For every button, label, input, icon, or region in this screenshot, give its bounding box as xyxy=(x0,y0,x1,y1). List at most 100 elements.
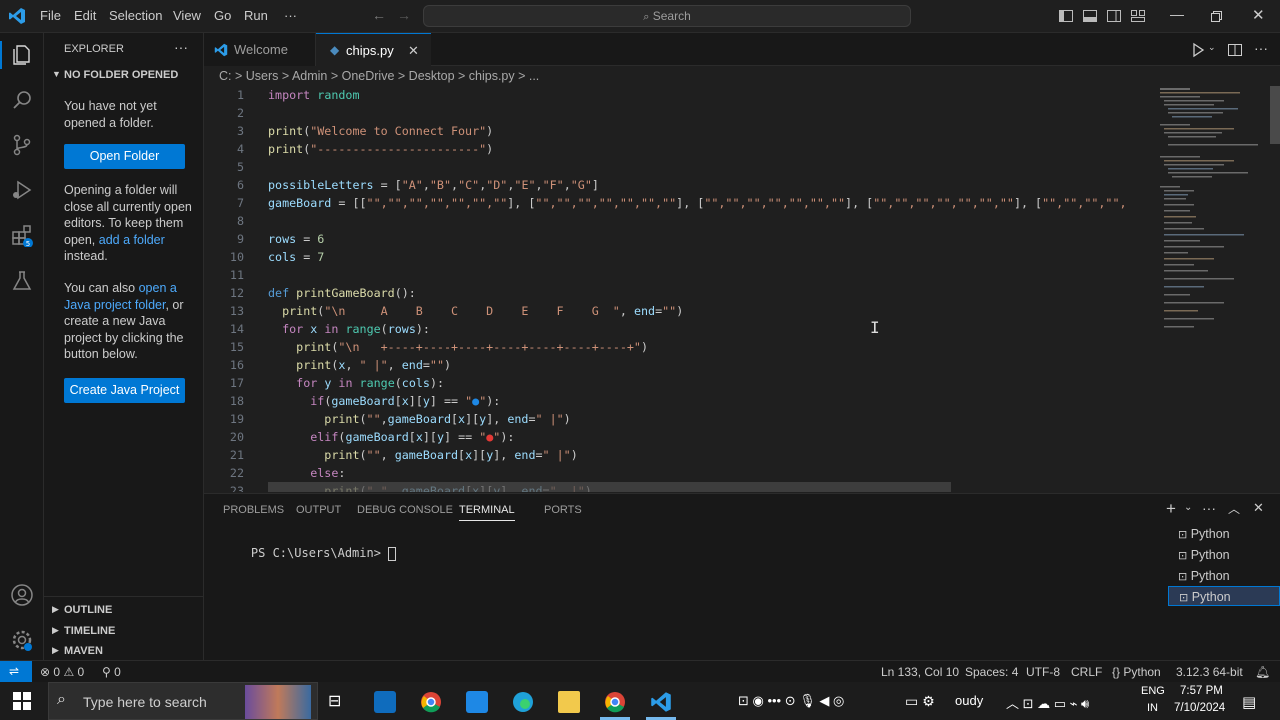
taskbar-search[interactable]: ⌕ Type here to search xyxy=(48,682,318,720)
new-terminal-icon[interactable]: + xyxy=(1166,499,1176,519)
line-number: 1 xyxy=(236,88,244,102)
system-tray-icons[interactable]: ︿ ⊡ ☁ ▭ ⌁ 🔊︎ xyxy=(1006,693,1089,712)
menu-go[interactable]: Go xyxy=(214,8,231,23)
menu-more[interactable]: ··· xyxy=(284,8,297,23)
tab-terminal[interactable]: TERMINAL xyxy=(459,504,515,521)
mail-icon[interactable] xyxy=(466,691,488,713)
notification-center-icon[interactable]: ▤ xyxy=(1242,693,1256,711)
python-interpreter[interactable]: 3.12.3 64-bit xyxy=(1176,665,1243,679)
toggle-secondary-sidebar-icon[interactable] xyxy=(1106,8,1122,24)
manage-gear-icon[interactable] xyxy=(10,628,34,652)
menu-edit[interactable]: Edit xyxy=(74,8,96,23)
source-control-icon[interactable] xyxy=(10,133,34,157)
toggle-panel-icon[interactable] xyxy=(1082,8,1098,24)
run-dropdown-icon[interactable]: ⌄ xyxy=(1208,42,1216,53)
chrome-icon[interactable] xyxy=(420,691,442,713)
remote-indicator[interactable]: ⇌ xyxy=(0,661,32,683)
line-number: 4 xyxy=(236,142,244,156)
tab-ports[interactable]: PORTS xyxy=(544,504,582,516)
line-number: 18 xyxy=(229,394,244,408)
panel-more-icon[interactable]: ··· xyxy=(1202,500,1216,516)
menu-view[interactable]: View xyxy=(173,8,201,23)
vscode-taskbar-icon[interactable] xyxy=(650,691,672,713)
command-center-search[interactable]: ⌕ Search xyxy=(423,5,911,27)
close-tab-icon[interactable]: ✕ xyxy=(408,34,419,67)
toggle-primary-sidebar-icon[interactable] xyxy=(1058,8,1074,24)
menu-selection[interactable]: Selection xyxy=(109,8,162,23)
minimize-icon[interactable]: — xyxy=(1170,6,1184,22)
terminal-prompt[interactable]: PS C:\Users\Admin> xyxy=(222,532,397,575)
forward-arrow-icon[interactable]: → xyxy=(397,7,411,23)
outline-section[interactable]: OUTLINE xyxy=(64,604,112,616)
run-python-file-icon[interactable] xyxy=(1190,42,1206,58)
search-icon[interactable] xyxy=(10,88,34,112)
recording-toolbar-icons[interactable]: ⊡ ◉ ••• ⊙ 🎙︎ ◀ ◎ xyxy=(738,693,844,709)
restore-icon[interactable] xyxy=(1208,8,1224,24)
language-indicator[interactable]: ENG xyxy=(1141,685,1165,697)
more-actions-icon[interactable]: ··· xyxy=(174,39,188,55)
terminal-item-active[interactable]: ⊡ Python xyxy=(1168,586,1280,606)
extensions-icon[interactable]: 5 xyxy=(10,223,34,247)
problems-status[interactable]: ⊗ 0 ⚠ 0 xyxy=(40,665,84,679)
no-folder-section[interactable]: NO FOLDER OPENED xyxy=(64,69,178,81)
clock-date: 7/10/2024 xyxy=(1174,702,1226,714)
end-of-line[interactable]: CRLF xyxy=(1071,665,1102,679)
terminal-item[interactable]: ⊡ Python xyxy=(1168,566,1280,586)
code-editor[interactable]: 1 import random 2 3 print("Welcome to Conn… xyxy=(204,86,1154,492)
minimap[interactable] xyxy=(1154,86,1266,492)
timeline-section[interactable]: TIMELINE xyxy=(64,625,115,637)
encoding[interactable]: UTF-8 xyxy=(1026,665,1060,679)
file-explorer-icon[interactable] xyxy=(558,691,580,713)
chevron-down-icon[interactable]: ▼ xyxy=(52,69,61,79)
tab-problems[interactable]: PROBLEMS xyxy=(223,504,284,516)
accounts-icon[interactable] xyxy=(10,583,34,607)
terminal-item[interactable]: ⊡ Python xyxy=(1168,545,1280,565)
terminal-dropdown-icon[interactable]: ⌄ xyxy=(1184,502,1192,513)
explorer-files-icon[interactable] xyxy=(10,43,34,67)
tab-debug-console[interactable]: DEBUG CONSOLE xyxy=(357,504,453,516)
ports-status[interactable]: ⚲ 0 xyxy=(102,665,121,679)
tray-icons[interactable]: ▭ ⚙ xyxy=(905,693,935,710)
vertical-scrollbar[interactable] xyxy=(1268,86,1280,492)
split-editor-icon[interactable] xyxy=(1227,42,1243,58)
breadcrumb[interactable]: C: > Users > Admin > OneDrive > Desktop … xyxy=(204,66,1154,86)
menu-run[interactable]: Run xyxy=(244,8,268,23)
code-line: gameBoard = [["","","","","","",""], [""… xyxy=(268,196,1127,210)
scroll-thumb[interactable] xyxy=(1270,86,1280,144)
line-number: 10 xyxy=(229,250,244,264)
cursor-position[interactable]: Ln 133, Col 10 xyxy=(881,665,959,679)
tab-output[interactable]: OUTPUT xyxy=(296,504,341,516)
close-window-icon[interactable]: ✕ xyxy=(1252,6,1265,24)
terminal-icon: ⊡ xyxy=(1178,550,1188,562)
maximize-panel-icon[interactable]: ︿ xyxy=(1228,500,1240,517)
create-java-project-button[interactable]: Create Java Project xyxy=(64,378,185,403)
indentation[interactable]: Spaces: 4 xyxy=(965,665,1018,679)
task-view-icon[interactable]: ⊟ xyxy=(328,691,350,713)
microsoft-store-icon[interactable] xyxy=(374,691,396,713)
tab-chips-py[interactable]: ◆ chips.py ✕ xyxy=(316,33,431,66)
terminal-item[interactable]: ⊡ Python xyxy=(1168,524,1280,544)
back-arrow-icon[interactable]: ← xyxy=(372,7,386,23)
terminal-cursor xyxy=(388,546,397,561)
open-folder-button[interactable]: Open Folder xyxy=(64,144,185,169)
add-folder-link[interactable]: add a folder xyxy=(99,233,165,247)
clock-time[interactable]: 7:57 PM xyxy=(1180,685,1223,697)
terminal-label: Python xyxy=(1190,548,1230,562)
language-mode[interactable]: {} Python xyxy=(1112,665,1161,679)
maven-section[interactable]: MAVEN xyxy=(64,645,103,657)
menu-file[interactable]: File xyxy=(40,8,61,23)
weather-text[interactable]: oudy xyxy=(955,693,983,708)
notifications-bell-icon[interactable]: 🔔︎ xyxy=(1255,665,1270,679)
customize-layout-icon[interactable] xyxy=(1130,8,1146,24)
testing-flask-icon[interactable] xyxy=(10,269,34,293)
windows-start-icon[interactable] xyxy=(13,692,31,710)
run-and-debug-icon[interactable] xyxy=(10,178,34,202)
ports-count: 0 xyxy=(114,665,121,679)
chrome-active-icon[interactable] xyxy=(604,691,626,713)
close-panel-icon[interactable]: ✕ xyxy=(1253,500,1264,516)
tab-welcome[interactable]: Welcome xyxy=(204,33,316,66)
edge-icon[interactable] xyxy=(512,691,534,713)
code-line: possibleLetters = ["A","B","C","D","E","… xyxy=(268,178,599,192)
horizontal-scrollbar[interactable] xyxy=(268,482,951,492)
editor-more-actions-icon[interactable]: ··· xyxy=(1254,40,1268,56)
